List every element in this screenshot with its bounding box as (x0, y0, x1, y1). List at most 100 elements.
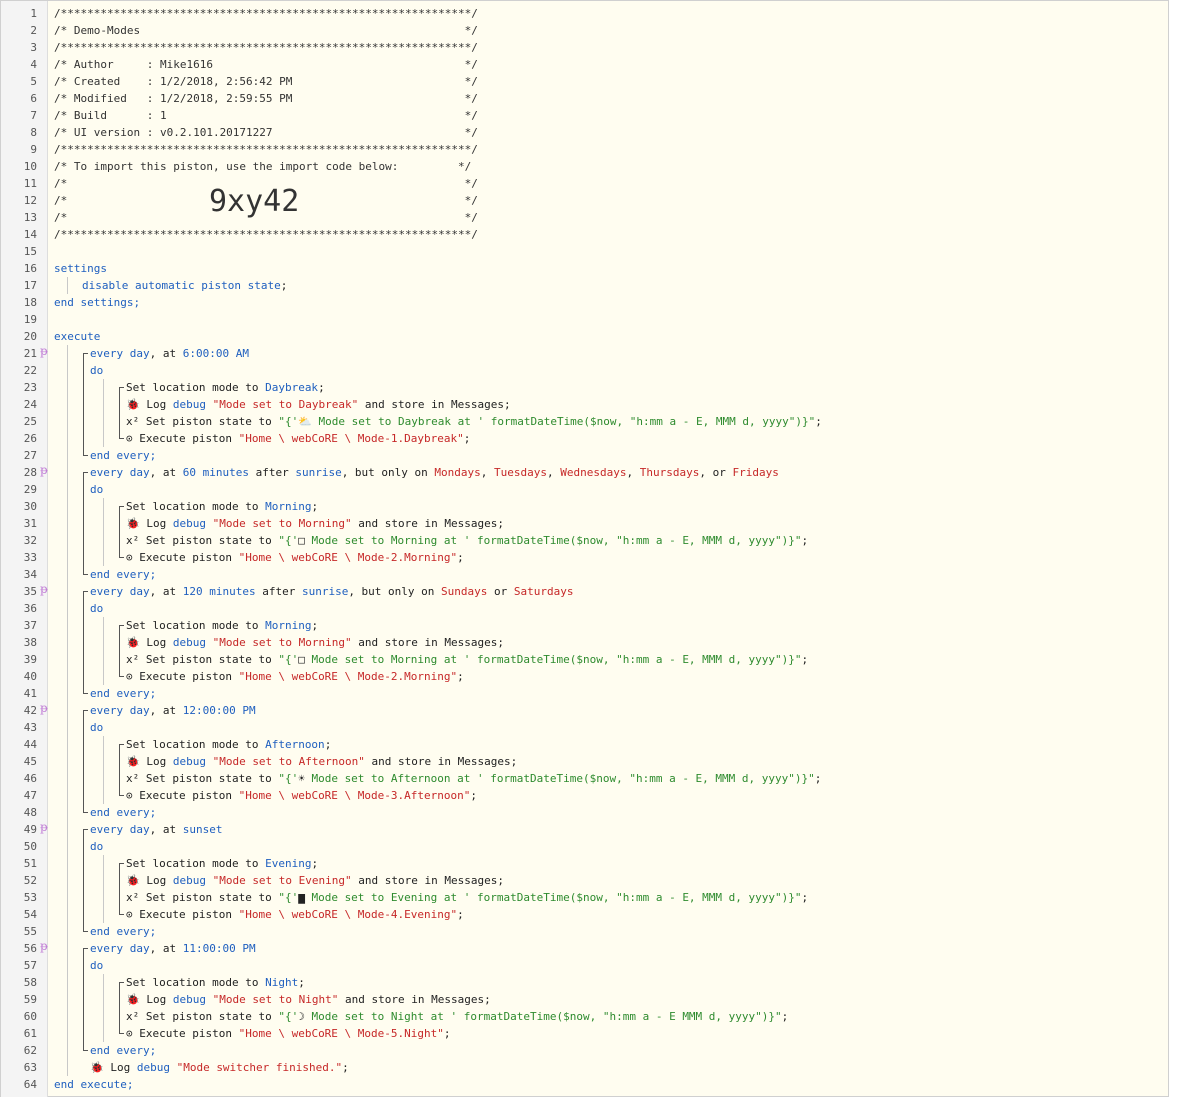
mode-emoji-icon: □ (298, 653, 305, 666)
every-token: Saturdays (513, 585, 574, 598)
every-token: sunset (182, 823, 223, 836)
bug-icon: 🐞 (126, 517, 147, 530)
line-number: 5 (30, 75, 37, 88)
semicolon: ; (280, 279, 288, 292)
line-number: 8 (30, 126, 37, 139)
indent-guide (67, 277, 68, 294)
line-number: 60 (23, 1010, 37, 1023)
bracket-tick (83, 829, 88, 830)
every-token: after (248, 466, 296, 479)
bracket-tick (83, 591, 88, 592)
semicolon: ; (801, 891, 809, 904)
do-bracket (119, 744, 120, 795)
execute-close: end execute; (54, 1076, 133, 1093)
log-level: debug (172, 874, 206, 887)
settings-token: automatic (128, 279, 195, 292)
line-number: 25 (23, 415, 37, 428)
line-number: 31 (23, 517, 37, 530)
statement-text: Set piston state to (145, 415, 279, 428)
semicolon: ; (457, 908, 464, 921)
set-piston-state: x² Set piston state to "{'☽ Mode set to … (126, 1008, 788, 1025)
statement-text: Execute piston (139, 908, 239, 921)
every-token: , (480, 466, 495, 479)
do-bracket (119, 982, 120, 1033)
semicolon: ; (342, 1061, 349, 1074)
bracket-tick (83, 1050, 88, 1051)
statement-text: Log (146, 636, 173, 649)
set-location-mode: Set location mode to Daybreak; (126, 379, 325, 396)
bracket-tick (119, 506, 124, 507)
statement-text: and store in Messages; (338, 993, 491, 1006)
set-location-mode: Set location mode to Morning; (126, 617, 318, 634)
line-number: 21 (23, 347, 37, 360)
line-number: 12 (23, 194, 37, 207)
bug-icon: 🐞 (126, 755, 147, 768)
line-number: 36 (23, 602, 37, 615)
line-number: 10 (23, 160, 37, 173)
clock-icon: ⊙ (126, 670, 140, 683)
comment-text: /* Author : Mike1616 */ (54, 58, 478, 71)
statement-text: Set piston state to (145, 534, 279, 547)
clock-icon: ⊙ (126, 789, 140, 802)
bracket-tick (119, 1033, 124, 1034)
do-keyword: do (90, 721, 104, 734)
trigger-icon: ᵽ (40, 701, 48, 715)
statement-text: Set piston state to (145, 891, 279, 904)
statement-text: and store in Messages; (351, 636, 504, 649)
set-piston-state: x² Set piston state to "{'▆ Mode set to … (126, 889, 808, 906)
mode-emoji-icon: ☽ (298, 1010, 305, 1023)
line-number: 57 (23, 959, 37, 972)
comment-text: /* Modified : 1/2/2018, 2:59:55 PM */ (54, 92, 478, 105)
statement-text: Execute piston (139, 1027, 239, 1040)
piston-path: "Home \ webCoRE \ Mode-4.Evening" (238, 908, 458, 921)
line-number: 45 (23, 755, 37, 768)
line-number: 49 (23, 823, 37, 836)
statement-text: Execute piston (139, 551, 239, 564)
comment-text: /***************************************… (54, 7, 478, 20)
line-number: 4 (30, 58, 37, 71)
comment-text: /***************************************… (54, 41, 478, 54)
line-number: 46 (23, 772, 37, 785)
comment-text: /***************************************… (54, 143, 478, 156)
line-number: 27 (23, 449, 37, 462)
semicolon: ; (463, 432, 471, 445)
line-number: 53 (23, 891, 37, 904)
piston-code-viewer: 1 2 3 4 5 6 7 8 9 10 11 12 13 14 15 16 17 18 19 20 21 ᵽ 22 23 24… (0, 0, 1169, 1097)
log-level: debug (172, 993, 206, 1006)
end-every-line: end every; (90, 447, 156, 464)
bracket-tick (119, 744, 124, 745)
bracket-tick (83, 710, 88, 711)
trigger-icon: ᵽ (40, 582, 48, 596)
every-token: Tuesdays (494, 466, 547, 479)
every-statement: every day, at 6:00:00 AM (90, 345, 249, 362)
line-number: 14 (23, 228, 37, 241)
statement-text: Set piston state to (145, 653, 279, 666)
state-expression: "{' (278, 415, 299, 428)
log-level: debug (172, 517, 206, 530)
line-number: 41 (23, 687, 37, 700)
every-token: , but only on (348, 585, 442, 598)
line-number: 44 (23, 738, 37, 751)
bracket-tick (83, 812, 88, 813)
end-every-keyword: end every; (90, 449, 157, 462)
settings-token: state (240, 279, 281, 292)
every-token: every day (90, 823, 150, 836)
semicolon: ; (318, 381, 325, 394)
do-keyword: do (90, 840, 104, 853)
line-number: 47 (23, 789, 37, 802)
bracket-tick (119, 982, 124, 983)
state-expression: Mode set to Evening at ' formatDateTime(… (304, 891, 802, 904)
every-token: sunrise (301, 585, 349, 598)
trigger-icon: ᵽ (40, 463, 48, 477)
set-piston-state: x² Set piston state to "{'⛅ Mode set to … (126, 413, 822, 430)
log-message: "Mode set to Night" (212, 993, 339, 1006)
line-number: 18 (23, 296, 37, 309)
every-token: Wednesdays (560, 466, 627, 479)
comment-text: /* Build : 1 */ (54, 109, 478, 122)
mode-name: Morning (265, 500, 312, 513)
bracket-tick (119, 557, 124, 558)
bug-icon: 🐞 (126, 993, 147, 1006)
end-every-line: end every; (90, 685, 156, 702)
trigger-icon: ᵽ (40, 344, 48, 358)
clock-icon: ⊙ (126, 551, 140, 564)
